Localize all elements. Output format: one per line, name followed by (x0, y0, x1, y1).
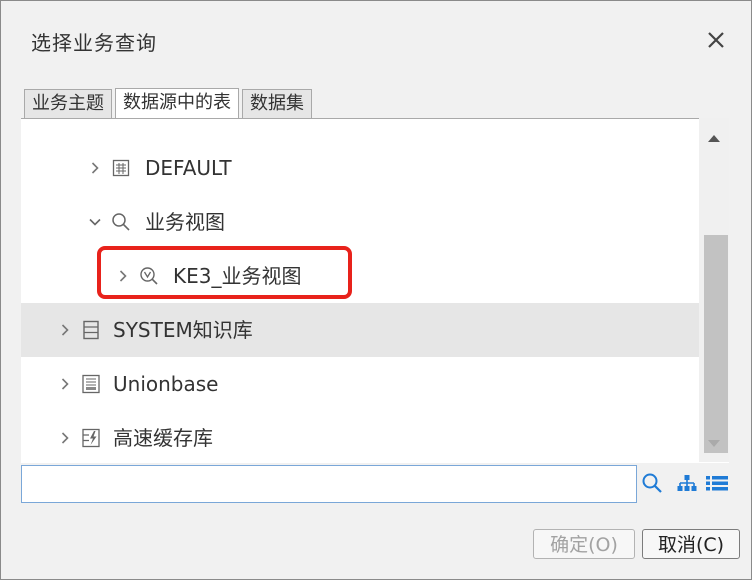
tree-panel: DEFAULT 业务视图 KE3_业务视图 SYSTEM知识库 Unionbas… (21, 118, 729, 463)
close-icon (708, 32, 724, 48)
tree-item-label: Unionbase (113, 372, 219, 396)
chevron-right-icon[interactable] (59, 322, 71, 338)
tree-item-unionbase[interactable]: Unionbase (21, 357, 699, 411)
chevron-right-icon[interactable] (117, 268, 129, 284)
tree-item-ke3-business-view[interactable]: KE3_业务视图 (21, 249, 699, 303)
business-view-icon (139, 266, 159, 286)
tree-item-label: DEFAULT (145, 156, 232, 180)
tab-datasource-tables[interactable]: 数据源中的表 (115, 88, 239, 119)
tree-item-cache-db[interactable]: 高速缓存库 (21, 411, 699, 463)
tree-item-default[interactable]: DEFAULT (21, 141, 699, 195)
tree-item-label: 业务视图 (145, 210, 225, 234)
tree-item-label: KE3_业务视图 (173, 264, 302, 288)
dialog-titlebar: 选择业务查询 (1, 1, 751, 81)
tree-item-label: 高速缓存库 (113, 426, 213, 450)
chevron-down-icon[interactable] (89, 214, 101, 230)
ok-button[interactable]: 确定(O) (533, 529, 635, 559)
tree-view-icon[interactable] (675, 471, 699, 495)
database-server-icon (81, 374, 101, 394)
scroll-up-button[interactable] (699, 126, 729, 150)
schema-icon (111, 158, 131, 178)
tree-row-partial (81, 119, 161, 123)
tab-datasets[interactable]: 数据集 (242, 89, 312, 118)
tree-item-label: SYSTEM知识库 (113, 318, 253, 342)
scroll-thumb[interactable] (704, 235, 728, 453)
cancel-button[interactable]: 取消(C) (642, 529, 740, 559)
tab-bar: 业务主题 数据源中的表 数据集 (24, 88, 315, 119)
dialog-title: 选择业务查询 (31, 31, 157, 55)
database-icon (81, 320, 101, 340)
scroll-up-arrow-icon (708, 135, 720, 142)
search-icon[interactable] (640, 471, 664, 495)
chevron-right-icon[interactable] (89, 160, 101, 176)
tree-scrollbar[interactable] (699, 118, 729, 462)
tab-business-topics[interactable]: 业务主题 (24, 89, 112, 118)
scroll-down-arrow-icon (708, 440, 720, 447)
chevron-right-icon[interactable] (59, 430, 71, 446)
scroll-down-button[interactable] (699, 432, 729, 456)
search-input[interactable] (21, 465, 637, 503)
select-business-query-dialog: 选择业务查询 业务主题 数据源中的表 数据集 DEFAULT 业务视图 KE3_… (0, 0, 752, 580)
tree-item-business-views[interactable]: 业务视图 (21, 195, 699, 249)
search-view-icon (111, 212, 131, 232)
cache-db-icon (81, 428, 101, 448)
close-button[interactable] (703, 27, 729, 53)
list-view-icon[interactable] (705, 471, 729, 495)
chevron-right-icon[interactable] (59, 376, 71, 392)
tree-item-system-knowledge-base[interactable]: SYSTEM知识库 (21, 303, 699, 357)
